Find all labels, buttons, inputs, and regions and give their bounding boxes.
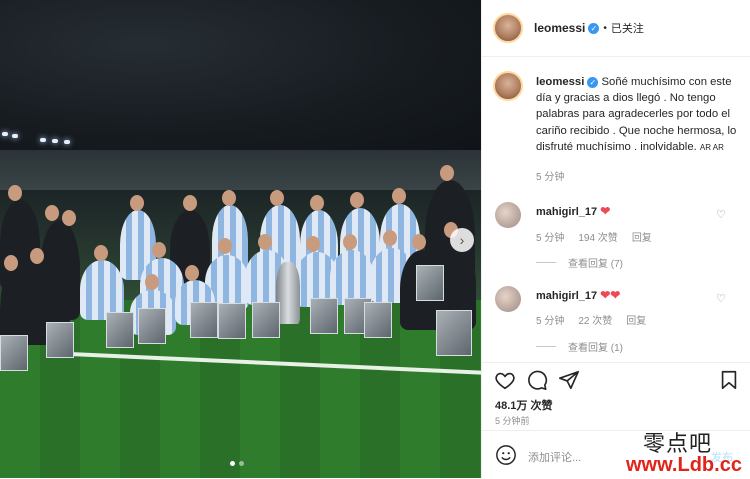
carousel-dot [239, 461, 244, 466]
comment-likes[interactable]: 194 次赞 [578, 229, 617, 244]
heart-emoji: ❤ [600, 204, 611, 218]
plaque [0, 335, 28, 371]
flag-text: AR AR [699, 142, 724, 152]
comment-time: 5 分钟 [536, 316, 565, 327]
header-username[interactable]: leomessi [534, 21, 585, 35]
emoji-icon[interactable] [495, 444, 517, 466]
night-sky [0, 0, 481, 150]
carousel-dots [230, 461, 244, 466]
comments-section[interactable]: leomessi ✓ Soñé muchísimo con este día y … [482, 57, 750, 362]
action-bar: 48.1万 次赞 5 分钟前 [482, 362, 750, 426]
view-replies-label: 查看回复 (1) [568, 343, 623, 354]
plaque [364, 302, 392, 338]
view-replies-button[interactable]: 查看回复 (1) [536, 339, 623, 354]
verified-icon: ✓ [588, 22, 600, 34]
comment-meta: 5 分钟 194 次赞 回复 [536, 229, 652, 244]
plaque [218, 303, 246, 339]
plaque [310, 298, 338, 334]
post-sidebar: leomessi ✓ • 已关注 leomessi ✓ Soñé muchísim… [481, 0, 750, 478]
plaque [46, 322, 74, 358]
verified-icon: ✓ [587, 76, 599, 88]
reply-button[interactable]: 回复 [626, 312, 646, 327]
post-time: 5 分钟前 [495, 416, 530, 426]
watermark-url: www.Ldb.cc [626, 454, 742, 476]
separator: • [603, 22, 607, 34]
plaque [106, 312, 134, 348]
comment-icon[interactable] [526, 369, 548, 391]
caption-text-block: leomessi ✓ Soñé muchísimo con este día y … [536, 74, 741, 186]
carousel-dot [230, 461, 235, 466]
comment-time: 5 分钟 [536, 233, 565, 244]
follow-status[interactable]: 已关注 [611, 20, 644, 36]
post-header: leomessi ✓ • 已关注 [482, 0, 750, 57]
next-arrow-icon[interactable]: › [450, 228, 474, 252]
view-replies-label: 查看回复 (7) [568, 259, 623, 270]
comment-input[interactable]: 添加评论... [528, 449, 581, 465]
heart-icon[interactable]: ♡ [716, 292, 726, 305]
comment-likes[interactable]: 22 次赞 [578, 312, 612, 327]
heart-icon[interactable] [494, 369, 516, 391]
avatar[interactable] [495, 286, 521, 312]
plaque [190, 302, 218, 338]
avatar[interactable] [495, 202, 521, 228]
post-photo[interactable]: › [0, 0, 481, 478]
plaque [252, 302, 280, 338]
avatar[interactable] [493, 71, 523, 101]
comment-meta: 5 分钟 22 次赞 回复 [536, 312, 646, 327]
plaque [138, 308, 166, 344]
comment-username[interactable]: mahigirl_17 ❤❤ [536, 288, 620, 302]
plaque [416, 265, 444, 301]
caption-time: 5 分钟 [536, 172, 565, 184]
share-icon[interactable] [558, 369, 580, 391]
like-count[interactable]: 48.1万 次赞 [495, 397, 552, 413]
plaque [436, 310, 472, 356]
avatar[interactable] [493, 13, 523, 43]
stadium-lights [0, 130, 90, 150]
comment-username[interactable]: mahigirl_17 ❤ [536, 204, 610, 218]
caption-username[interactable]: leomessi [536, 76, 584, 88]
reply-button[interactable]: 回复 [632, 229, 652, 244]
heart-emoji: ❤❤ [600, 288, 621, 302]
bookmark-icon[interactable] [718, 369, 740, 391]
view-replies-button[interactable]: 查看回复 (7) [536, 255, 623, 270]
heart-icon[interactable]: ♡ [716, 208, 726, 221]
instagram-post: › leomessi ✓ • 已关注 leomessi ✓ Soñé muchís… [0, 0, 750, 478]
